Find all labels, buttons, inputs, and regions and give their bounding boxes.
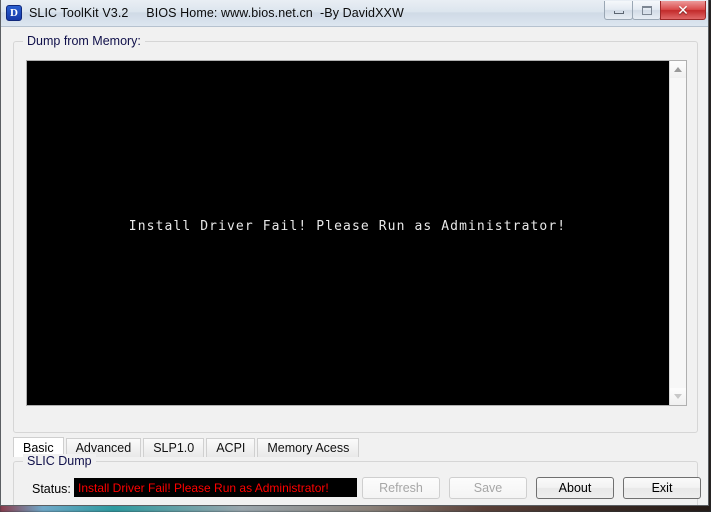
chevron-up-icon: [674, 67, 682, 72]
minimize-icon: [613, 11, 624, 14]
dump-scrollbar[interactable]: [669, 61, 686, 405]
tab-label: ACPI: [216, 441, 246, 455]
app-icon: D: [6, 5, 22, 21]
application-window: D SLIC ToolKit V3.2 BIOS Home: www.bios.…: [0, 0, 709, 506]
maximize-icon: [641, 5, 652, 15]
minimize-button[interactable]: [604, 1, 633, 20]
scroll-up-button[interactable]: [670, 61, 686, 78]
exit-button[interactable]: Exit: [623, 477, 701, 499]
tab-bar: Basic Advanced SLP1.0 ACPI Memory Acess: [13, 437, 698, 457]
close-icon: ✕: [677, 2, 689, 18]
slic-dump-group: SLIC Dump Status: Install Driver Fail! P…: [13, 454, 701, 505]
action-button-row: Refresh Save About Exit: [362, 477, 701, 499]
close-button[interactable]: ✕: [660, 1, 706, 20]
tab-slp10[interactable]: SLP1.0: [143, 438, 205, 457]
window-title: SLIC ToolKit V3.2 BIOS Home: www.bios.ne…: [29, 6, 404, 20]
scroll-down-button[interactable]: [670, 388, 686, 405]
app-icon-glyph: D: [10, 6, 18, 19]
client-area: Dump from Memory: Install Driver Fail! P…: [1, 27, 708, 505]
button-label: Exit: [651, 481, 673, 495]
scrollbar-track[interactable]: [670, 78, 686, 388]
tab-memory-acess[interactable]: Memory Acess: [257, 438, 360, 457]
about-button[interactable]: About: [536, 477, 614, 499]
tab-label: Basic: [23, 440, 54, 455]
slic-group-label: SLIC Dump: [23, 454, 96, 468]
refresh-button[interactable]: Refresh: [362, 477, 440, 499]
tab-acpi[interactable]: ACPI: [206, 438, 256, 457]
title-bar: D SLIC ToolKit V3.2 BIOS Home: www.bios.…: [1, 0, 708, 27]
chevron-down-icon: [674, 394, 682, 399]
status-message: Install Driver Fail! Please Run as Admin…: [78, 480, 329, 495]
dump-output-text: Install Driver Fail! Please Run as Admin…: [128, 219, 567, 234]
status-label: Status:: [32, 482, 71, 496]
tab-label: SLP1.0: [153, 441, 195, 455]
button-label: Refresh: [379, 481, 423, 495]
tab-label: Advanced: [75, 441, 132, 455]
dump-from-memory-group: Dump from Memory: Install Driver Fail! P…: [13, 34, 698, 433]
window-controls: ✕: [604, 1, 706, 20]
button-label: About: [558, 481, 592, 495]
dump-output-textarea[interactable]: Install Driver Fail! Please Run as Admin…: [26, 60, 687, 406]
maximize-button[interactable]: [632, 1, 661, 20]
dump-group-label: Dump from Memory:: [23, 34, 145, 48]
status-field: Install Driver Fail! Please Run as Admin…: [74, 478, 357, 497]
tab-label: Memory Acess: [267, 441, 350, 455]
button-label: Save: [473, 481, 503, 495]
save-button[interactable]: Save: [449, 477, 527, 499]
